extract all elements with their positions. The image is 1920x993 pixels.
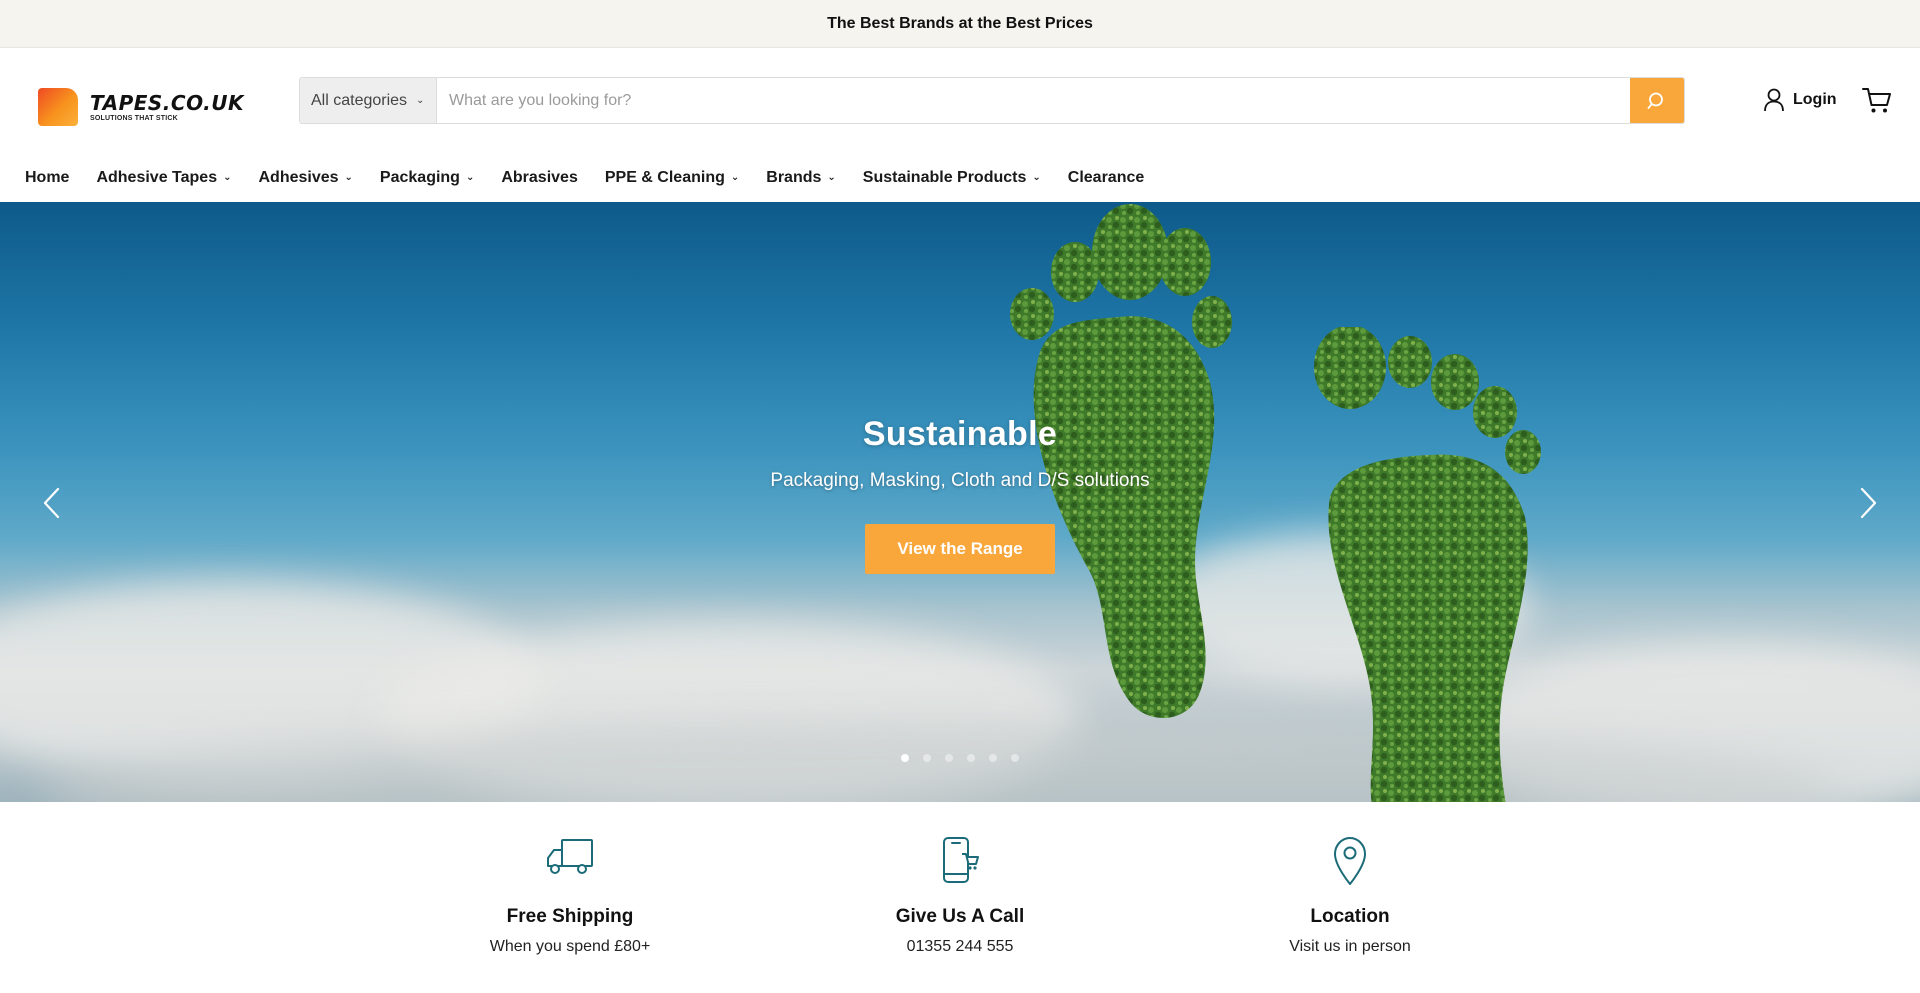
login-label: Login [1793, 91, 1837, 108]
site-logo[interactable]: TAPES.CO.UK SOLUTIONS THAT STICK [38, 82, 268, 132]
user-icon [1764, 88, 1784, 112]
nav-item-ppe-cleaning[interactable]: PPE & Cleaning ⌄ [605, 169, 739, 187]
feature-location[interactable]: Location Visit us in person [1200, 836, 1500, 956]
announcement-text: The Best Brands at the Best Prices [827, 14, 1093, 32]
chevron-down-icon: ⌄ [223, 172, 232, 183]
site-header: TAPES.CO.UK SOLUTIONS THAT STICK All cat… [0, 48, 1920, 153]
feature-subtitle: Visit us in person [1289, 938, 1411, 955]
slideshow-dot[interactable] [989, 754, 997, 762]
feature-give-us-a-call[interactable]: Give Us A Call 01355 244 555 [810, 836, 1110, 956]
nav-item-adhesives[interactable]: Adhesives ⌄ [258, 169, 352, 187]
logo-tagline: SOLUTIONS THAT STICK [90, 114, 178, 122]
login-link[interactable]: Login [1763, 88, 1837, 112]
hero-slideshow: Sustainable Packaging, Masking, Cloth an… [0, 202, 1920, 802]
slideshow-dot[interactable] [945, 754, 953, 762]
category-select-label: All categories [311, 91, 408, 109]
feature-title: Free Shipping [506, 906, 634, 927]
search-icon [1647, 92, 1663, 109]
nav-item-brands[interactable]: Brands ⌄ [766, 169, 836, 187]
nav-item-clearance[interactable]: Clearance [1068, 169, 1145, 187]
chevron-down-icon: ⌄ [730, 172, 740, 183]
category-select[interactable]: All categories ⌄ [300, 78, 437, 123]
view-range-button[interactable]: View the Range [865, 524, 1055, 574]
nav-item-home[interactable]: Home [25, 169, 69, 187]
chevron-right-icon [1860, 487, 1877, 519]
chevron-down-icon: ⌄ [1032, 172, 1041, 183]
features-row: Free Shipping When you spend £80+ Give U… [0, 802, 1920, 993]
chevron-left-icon [43, 487, 60, 519]
truck-icon [547, 839, 593, 874]
chevron-down-icon: ⌄ [465, 172, 475, 183]
hero-content: Sustainable Packaging, Masking, Cloth an… [0, 415, 1920, 574]
slideshow-dot[interactable] [1011, 754, 1019, 762]
search-button[interactable] [1630, 78, 1684, 123]
announcement-bar: The Best Brands at the Best Prices [0, 0, 1920, 48]
nav-item-packaging[interactable]: Packaging ⌄ [380, 169, 474, 187]
hero-subtitle: Packaging, Masking, Cloth and D/S soluti… [770, 470, 1150, 491]
feature-free-shipping[interactable]: Free Shipping When you spend £80+ [420, 836, 720, 956]
slideshow-next-button[interactable] [1856, 485, 1880, 521]
search-input[interactable] [437, 78, 1630, 123]
map-pin-icon [1334, 837, 1366, 885]
main-nav: Home Adhesive Tapes ⌄ Adhesives ⌄ Packag… [0, 153, 1920, 202]
chevron-down-icon: ⌄ [344, 172, 353, 183]
slideshow-dot[interactable] [967, 754, 975, 762]
nav-item-adhesive-tapes[interactable]: Adhesive Tapes ⌄ [96, 169, 231, 187]
feature-title: Give Us A Call [895, 906, 1025, 927]
chevron-down-icon: ⌄ [416, 95, 425, 106]
nav-item-sustainable-products[interactable]: Sustainable Products ⌄ [863, 169, 1041, 187]
cart-icon [1862, 88, 1891, 113]
phone-cart-icon [943, 837, 979, 883]
logo-title: TAPES.CO.UK [90, 90, 244, 115]
chevron-down-icon: ⌄ [827, 172, 836, 183]
feature-subtitle: 01355 244 555 [906, 938, 1014, 955]
slideshow-dots [0, 754, 1920, 762]
hero-title: Sustainable [862, 415, 1058, 453]
search-bar: All categories ⌄ [299, 77, 1685, 124]
slideshow-dot[interactable] [901, 754, 909, 762]
nav-item-abrasives[interactable]: Abrasives [501, 169, 578, 187]
feature-title: Location [1310, 906, 1390, 927]
slideshow-dot[interactable] [923, 754, 931, 762]
feature-subtitle: When you spend £80+ [489, 938, 651, 955]
cart-button[interactable] [1862, 86, 1892, 114]
slideshow-prev-button[interactable] [40, 485, 64, 521]
logo-mark-icon [38, 88, 78, 126]
